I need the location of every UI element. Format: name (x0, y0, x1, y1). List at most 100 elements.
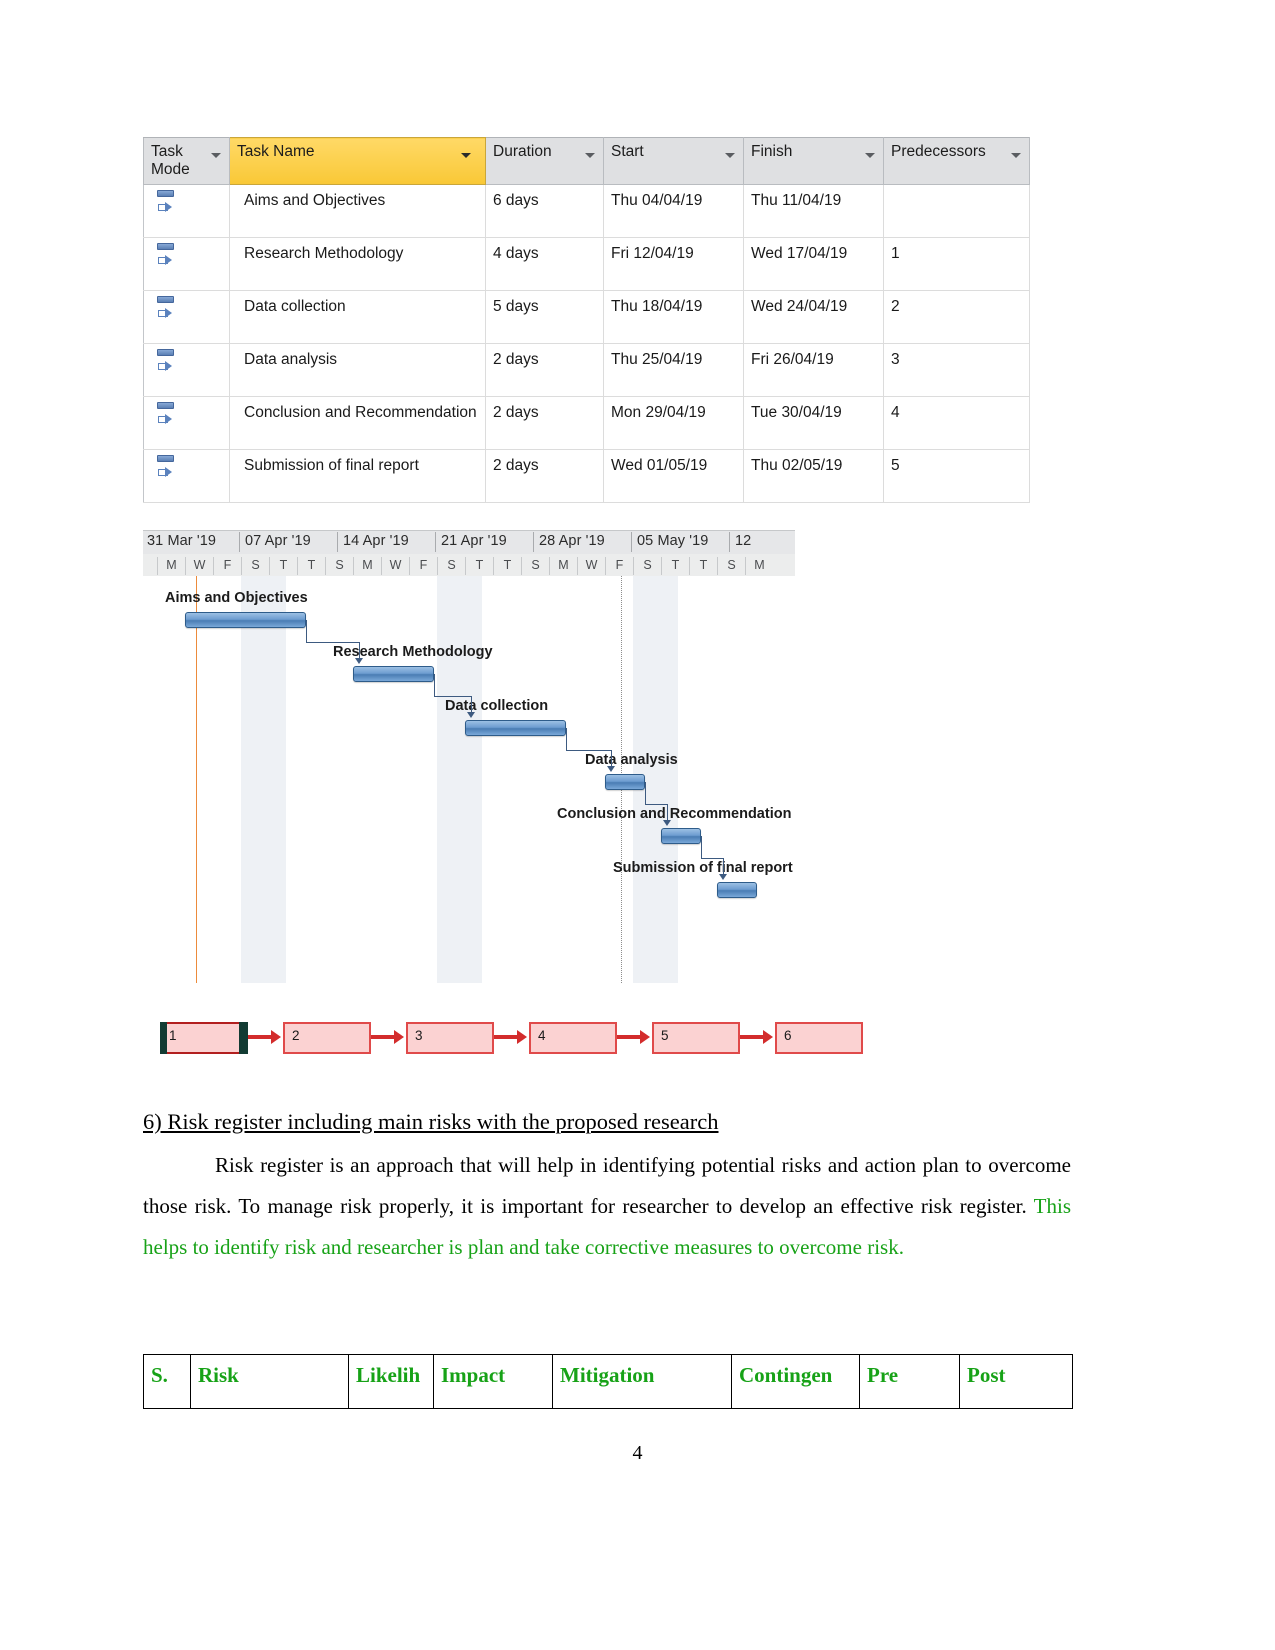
task-mode-cell[interactable] (143, 396, 230, 450)
column-header-task-name[interactable]: Task Name (229, 137, 486, 185)
table-row[interactable]: Aims and Objectives 6 days Thu 04/04/19 … (143, 184, 1030, 238)
start-cell[interactable]: Wed 01/05/19 (603, 449, 744, 503)
gantt-bar[interactable] (661, 828, 702, 844)
predecessors-cell[interactable]: 5 (883, 449, 1030, 503)
finish-cell[interactable]: Wed 17/04/19 (743, 237, 884, 291)
network-node[interactable]: 4 (529, 1022, 617, 1054)
duration-cell[interactable]: 6 days (485, 184, 604, 238)
task-name-cell[interactable]: Data collection (229, 290, 486, 344)
network-arrow (248, 1030, 281, 1044)
chevron-down-icon[interactable] (461, 153, 471, 158)
finish-cell[interactable]: Tue 30/04/19 (743, 396, 884, 450)
column-header-sn: S. (143, 1354, 191, 1409)
start-cell[interactable]: Thu 25/04/19 (603, 343, 744, 397)
chevron-down-icon[interactable] (725, 153, 735, 158)
predecessors-cell[interactable]: 2 (883, 290, 1030, 344)
chevron-down-icon[interactable] (211, 153, 221, 158)
network-node-number: 3 (415, 1028, 423, 1043)
table-row[interactable]: Data analysis 2 days Thu 25/04/19 Fri 26… (143, 343, 1030, 397)
start-cell[interactable]: Thu 18/04/19 (603, 290, 744, 344)
network-node[interactable]: 1 (160, 1022, 248, 1054)
column-header-start[interactable]: Start (603, 137, 744, 185)
table-row[interactable]: Submission of final report 2 days Wed 01… (143, 449, 1030, 503)
gantt-bar[interactable] (605, 774, 646, 790)
duration-cell[interactable]: 4 days (485, 237, 604, 291)
finish-cell[interactable]: Thu 11/04/19 (743, 184, 884, 238)
finish-cell[interactable]: Thu 02/05/19 (743, 449, 884, 503)
duration-cell[interactable]: 5 days (485, 290, 604, 344)
task-mode-cell[interactable] (143, 290, 230, 344)
gantt-day-row: MWFSTTSMWFSTTSMWFSTTSM (143, 554, 795, 576)
gantt-day-label: T (297, 557, 325, 575)
duration-cell[interactable]: 2 days (485, 449, 604, 503)
gantt-day-label: T (689, 557, 717, 575)
gantt-day-label: M (353, 557, 381, 575)
weekend-band (241, 576, 286, 983)
gantt-bar-label: Data collection (445, 698, 549, 714)
column-header-pre: Pre (859, 1354, 960, 1409)
network-node-number: 2 (292, 1028, 300, 1043)
task-mode-cell[interactable] (143, 237, 230, 291)
gantt-week-label: 28 Apr '19 (539, 533, 605, 549)
gantt-day-label: S (437, 557, 465, 575)
task-name-cell[interactable]: Conclusion and Recommendation (229, 396, 486, 450)
project-task-rows: Aims and Objectives 6 days Thu 04/04/19 … (143, 184, 1030, 503)
gantt-day-label: T (493, 557, 521, 575)
gantt-bar[interactable] (465, 720, 566, 736)
column-header-label: Task Name (237, 143, 315, 160)
column-header-risk: Risk (190, 1354, 349, 1409)
predecessors-cell[interactable]: 3 (883, 343, 1030, 397)
network-arrow (371, 1030, 404, 1044)
column-header-predecessors[interactable]: Predecessors (883, 137, 1030, 185)
predecessors-cell[interactable]: 1 (883, 237, 1030, 291)
table-row[interactable]: Conclusion and Recommendation 2 days Mon… (143, 396, 1030, 450)
chevron-down-icon[interactable] (1011, 153, 1021, 158)
paragraph-black-text: Risk register is an approach that will h… (143, 1152, 1071, 1218)
task-mode-cell[interactable] (143, 343, 230, 397)
network-node[interactable]: 5 (652, 1022, 740, 1054)
column-header-mitigation: Mitigation (552, 1354, 732, 1409)
column-header-duration[interactable]: Duration (485, 137, 604, 185)
predecessors-cell[interactable] (883, 184, 1030, 238)
finish-cell[interactable]: Fri 26/04/19 (743, 343, 884, 397)
column-header-task-mode[interactable]: Task Mode (143, 137, 230, 185)
network-node[interactable]: 2 (283, 1022, 371, 1054)
task-name-cell[interactable]: Research Methodology (229, 237, 486, 291)
gantt-day-label: M (549, 557, 577, 575)
project-task-table: Task Mode Task Name Duration Start Finis… (143, 137, 1030, 503)
network-arrow (617, 1030, 650, 1044)
task-name-cell[interactable]: Aims and Objectives (229, 184, 486, 238)
gantt-day-label: S (325, 557, 353, 575)
start-cell[interactable]: Fri 12/04/19 (603, 237, 744, 291)
column-header-finish[interactable]: Finish (743, 137, 884, 185)
column-header-post: Post (959, 1354, 1073, 1409)
auto-schedule-icon (156, 295, 178, 321)
duration-cell[interactable]: 2 days (485, 396, 604, 450)
gantt-week-label: 14 Apr '19 (343, 533, 409, 549)
page-title: 6) Risk register including main risks wi… (143, 1109, 719, 1134)
duration-cell[interactable]: 2 days (485, 343, 604, 397)
gantt-bar[interactable] (717, 882, 758, 898)
gantt-day-label: F (213, 557, 241, 575)
gantt-plot-area: Aims and Objectives Research Methodology D… (143, 576, 795, 983)
task-name-cell[interactable]: Data analysis (229, 343, 486, 397)
task-name-cell[interactable]: Submission of final report (229, 449, 486, 503)
gantt-week-label: 12 (735, 533, 752, 549)
auto-schedule-icon (156, 189, 178, 215)
gantt-bar-label: Data analysis (585, 752, 678, 768)
start-cell[interactable]: Thu 04/04/19 (603, 184, 744, 238)
finish-cell[interactable]: Wed 24/04/19 (743, 290, 884, 344)
chevron-down-icon[interactable] (865, 153, 875, 158)
table-row[interactable]: Data collection 5 days Thu 18/04/19 Wed … (143, 290, 1030, 344)
predecessors-cell[interactable]: 4 (883, 396, 1030, 450)
task-mode-cell[interactable] (143, 184, 230, 238)
start-cell[interactable]: Mon 29/04/19 (603, 396, 744, 450)
table-row[interactable]: Research Methodology 4 days Fri 12/04/19… (143, 237, 1030, 291)
task-mode-cell[interactable] (143, 449, 230, 503)
gantt-bar[interactable] (353, 666, 434, 682)
network-node[interactable]: 3 (406, 1022, 494, 1054)
gantt-week-label: 07 Apr '19 (245, 533, 311, 549)
chevron-down-icon[interactable] (585, 153, 595, 158)
network-node[interactable]: 6 (775, 1022, 863, 1054)
gantt-bar[interactable] (185, 612, 306, 628)
